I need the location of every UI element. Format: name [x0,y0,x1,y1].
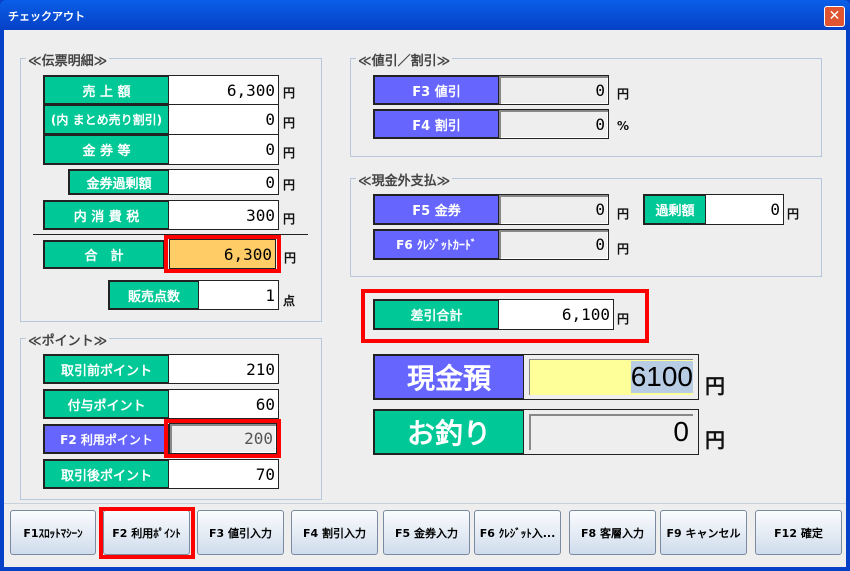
unit-label: 円 [283,212,296,226]
highlight-box [99,507,195,559]
footer-divider [4,503,846,504]
points-title: ≪ポイント≫ [26,330,110,349]
f9-cancel-button[interactable]: F9 キャンセル [660,510,747,555]
bundle-discount-value: 0 [168,104,279,135]
unit-label: 円 [705,374,725,398]
close-button[interactable]: ✕ [824,6,845,27]
unit-label: 円 [283,116,296,130]
points-granted-label: 付与ポイント [43,389,169,419]
f4-discount-rate-label[interactable]: F4 割引 [373,109,499,139]
net-total-label: 差引合計 [373,299,499,330]
slip-title: ≪伝票明細≫ [26,50,110,69]
tax-value: 300 [168,200,279,230]
f3-discount-label[interactable]: F3 値引 [373,75,499,105]
tax-label: 内 消 費 税 [43,200,169,230]
change-label: お釣り [373,409,524,455]
f12-confirm-button[interactable]: F12 確定 [755,510,842,555]
points-after-value: 70 [168,459,279,489]
f4-rate-discount-button[interactable]: F4 割引入力 [291,510,378,555]
unit-label: 円 [617,87,630,101]
f1-slot-machine-button[interactable]: F1ｽﾛｯﾄﾏｼｰﾝ [10,510,96,555]
change-value: 0 [529,414,693,450]
f3-discount-button[interactable]: F3 値引入力 [197,510,284,555]
net-total-value: 6,100 [498,299,614,330]
cash-received-input[interactable]: 6100 [529,359,693,395]
f6-credit-card-label[interactable]: F6 ｸﾚｼﾞｯﾄｶｰﾄﾞ [373,229,499,260]
total-label: 合 計 [43,240,164,269]
points-granted-value: 60 [168,389,279,419]
discount-amount-input[interactable]: 0 [498,75,609,105]
excess-value: 0 [705,194,784,225]
cash-received-label: 現金預 [373,354,524,400]
voucher-value: 0 [168,134,279,165]
points-before-value: 210 [168,354,279,384]
unit-label: 点 [283,294,296,308]
highlight-box [164,419,281,458]
noncash-title: ≪現金外支払≫ [356,170,453,189]
unit-label: 円 [617,312,630,326]
unit-label: 円 [617,242,630,256]
points-used-label[interactable]: F2 利用ポイント [43,424,169,454]
cash-received-value: 6100 [630,361,693,393]
voucher-excess-value: 0 [168,169,279,195]
discount-rate-input[interactable]: 0 [498,109,609,139]
f5-voucher-button[interactable]: F5 金券入力 [383,510,470,555]
unit-label: 円 [284,251,297,265]
change-frame: 0 [523,409,699,455]
f8-customer-type-button[interactable]: F8 客層入力 [569,510,656,555]
points-before-label: 取引前ポイント [43,354,169,384]
item-count-value: 1 [198,280,279,310]
sales-value: 6,300 [168,75,279,105]
highlight-box [164,235,281,273]
discount-title: ≪値引／割引≫ [356,50,453,69]
unit-label: 円 [617,207,630,221]
unit-label: 円 [283,146,296,160]
f6-credit-button[interactable]: F6 ｸﾚｼﾞｯﾄ入... [474,510,561,555]
cash-received-frame: 6100 [523,354,699,400]
credit-card-input[interactable]: 0 [498,229,609,260]
unit-label: % [617,119,630,133]
item-count-label: 販売点数 [108,280,199,310]
unit-label: 円 [283,86,296,100]
sales-label: 売 上 額 [43,75,169,105]
points-after-label: 取引後ポイント [43,459,169,489]
unit-label: 円 [283,178,296,192]
voucher-excess-label: 金券過剰額 [68,169,169,195]
voucher-label: 金 券 等 [43,134,169,165]
noncash-group [350,178,822,277]
window-title: チェックアウト [8,10,85,23]
bundle-discount-label: (内 まとめ売り割引) [43,104,169,135]
discount-group [350,58,822,157]
excess-label: 過剰額 [643,194,706,225]
unit-label: 円 [705,428,725,452]
f5-voucher-label[interactable]: F5 金券 [373,194,499,225]
unit-label: 円 [787,207,800,221]
voucher-input[interactable]: 0 [498,194,609,225]
